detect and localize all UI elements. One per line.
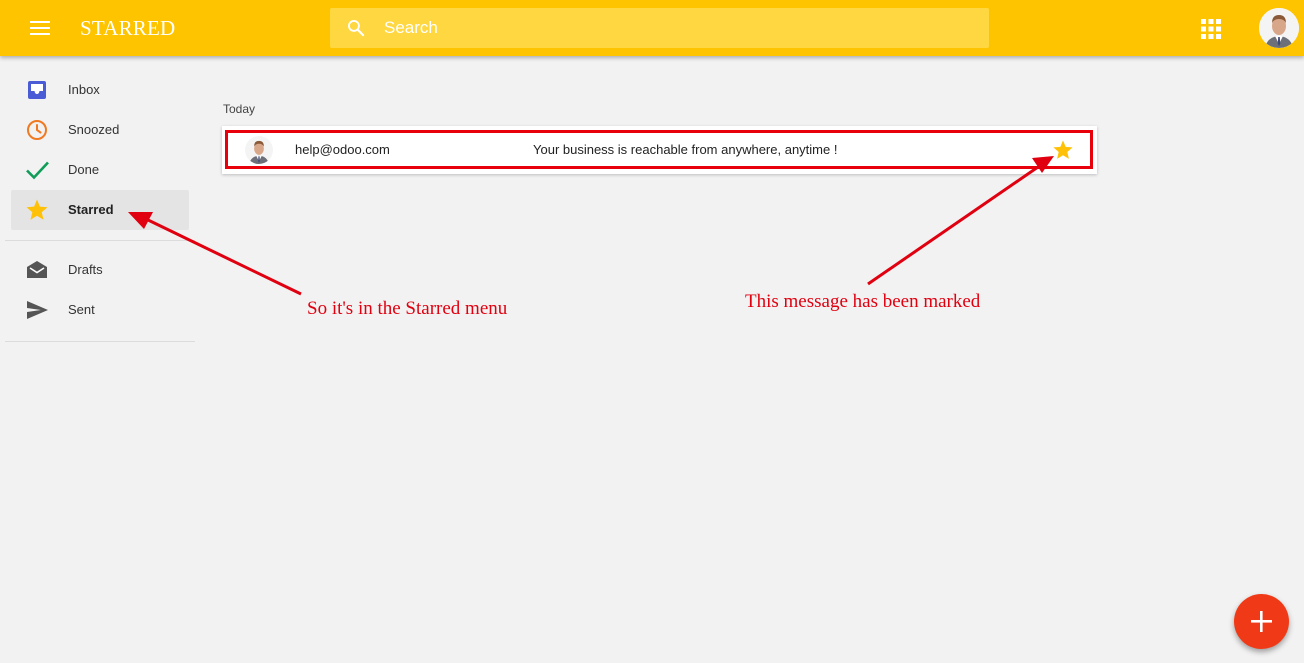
sidebar: Inbox Snoozed Done Starred Drafts Sent (0, 56, 200, 663)
sidebar-item-sent[interactable]: Sent (11, 290, 189, 330)
sidebar-item-starred[interactable]: Starred (11, 190, 189, 230)
page-title: STARRED (80, 16, 176, 40)
section-label-today: Today (223, 102, 256, 116)
drafts-icon (27, 261, 47, 278)
sidebar-item-label: Snoozed (68, 122, 120, 137)
send-icon (27, 301, 48, 319)
message-sender: help@odoo.com (295, 142, 390, 157)
apps-button[interactable] (1198, 16, 1224, 42)
sidebar-item-label: Drafts (68, 262, 103, 277)
sidebar-item-label: Inbox (68, 82, 100, 97)
star-icon (26, 199, 48, 220)
hamburger-menu-icon (30, 21, 50, 35)
apps-grid-icon (1201, 19, 1221, 39)
sidebar-item-drafts[interactable]: Drafts (11, 250, 189, 290)
user-avatar[interactable] (1259, 8, 1299, 48)
sidebar-item-label: Sent (68, 302, 95, 317)
clock-icon (27, 120, 47, 140)
inbox-icon (28, 81, 46, 99)
search-bar[interactable] (330, 8, 989, 48)
search-input[interactable] (384, 8, 974, 48)
sidebar-item-label: Starred (68, 202, 114, 217)
user-avatar-icon (1259, 8, 1299, 48)
message-subject: Your business is reachable from anywhere… (533, 142, 838, 157)
sidebar-item-inbox[interactable]: Inbox (11, 70, 189, 110)
plus-icon (1251, 611, 1272, 632)
star-icon[interactable] (1052, 139, 1074, 161)
list-item[interactable]: help@odoo.com Your business is reachable… (222, 126, 1097, 174)
sidebar-item-done[interactable]: Done (11, 150, 189, 190)
checkmark-icon (26, 161, 49, 180)
sender-avatar (245, 136, 273, 164)
sidebar-divider (5, 240, 195, 241)
annotation-note-message: This message has been marked (745, 291, 981, 312)
annotation-arrow-message (867, 165, 1039, 286)
search-icon (348, 20, 365, 37)
menu-button[interactable] (22, 14, 58, 42)
sidebar-divider (5, 341, 195, 342)
annotation-note-menu: So it's in the Starred menu (307, 298, 508, 319)
top-bar: STARRED (0, 0, 1304, 56)
compose-button[interactable] (1234, 594, 1289, 649)
sidebar-item-label: Done (68, 162, 100, 177)
sidebar-item-snoozed[interactable]: Snoozed (11, 110, 189, 150)
sender-avatar-icon (245, 136, 273, 164)
